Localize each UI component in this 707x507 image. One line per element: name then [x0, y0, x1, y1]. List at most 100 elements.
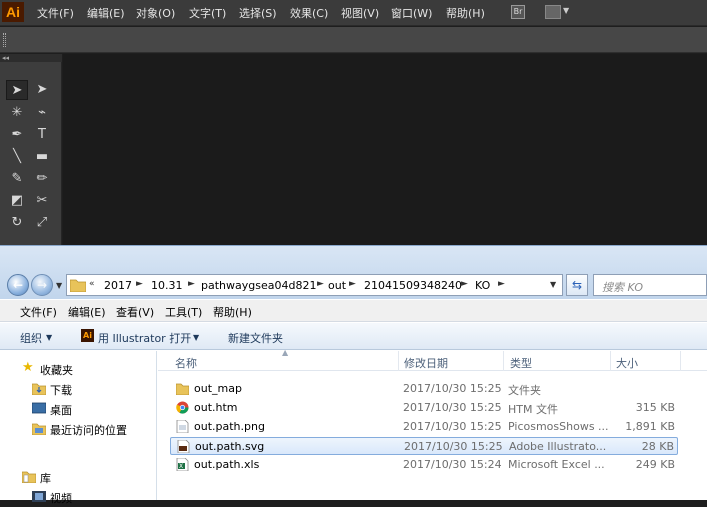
nav-downloads-label: 下载	[50, 384, 72, 397]
illustrator-app-icon: Ai	[81, 329, 94, 342]
column-header-type[interactable]: 类型	[510, 355, 532, 371]
file-row-out-path-xls[interactable]: X out.path.xls 2017/10/30 15:24 Microsof…	[170, 456, 678, 474]
breadcrumb-separator-icon[interactable]: ►	[349, 279, 356, 289]
menu-select[interactable]: 选择(S)	[239, 5, 277, 21]
back-button[interactable]: ←	[7, 274, 29, 296]
column-divider[interactable]	[398, 351, 399, 371]
file-row-out-htm[interactable]: out.htm 2017/10/30 15:25 HTM 文件 315 KB	[170, 399, 678, 417]
file-type: Adobe Illustrato...	[509, 440, 607, 453]
new-folder-button[interactable]: 新建文件夹	[228, 330, 283, 346]
search-input[interactable]: 搜索 KO	[593, 274, 707, 296]
pencil-tool-icon[interactable]: ✏	[31, 169, 53, 189]
illustrator-logo: Ai	[2, 2, 24, 22]
file-row-out-map[interactable]: out_map 2017/10/30 15:25 文件夹	[170, 380, 678, 398]
chevron-down-icon[interactable]: ▼	[46, 333, 52, 342]
breadcrumb-pathwaygsea[interactable]: pathwaygsea04d821	[201, 279, 316, 292]
nav-videos-label: 视频	[50, 492, 72, 505]
dock-collapse-icon[interactable]: ◂◂	[0, 54, 62, 62]
column-divider[interactable]	[503, 351, 504, 371]
bridge-button[interactable]: Br	[511, 5, 525, 19]
panel-grip-icon[interactable]	[3, 33, 6, 47]
eraser-tool-icon[interactable]: ◩	[6, 191, 28, 211]
file-size: 315 KB	[635, 401, 675, 414]
breadcrumb-2017[interactable]: 2017	[104, 279, 132, 292]
workspace-icon[interactable]	[545, 5, 561, 19]
menu-type[interactable]: 文字(T)	[189, 5, 226, 21]
file-name: out.path.svg	[195, 440, 265, 453]
menu-view[interactable]: 视图(V)	[341, 5, 379, 21]
artboard-canvas[interactable]	[63, 54, 707, 254]
explorer-menu-edit[interactable]: 编辑(E)	[68, 304, 106, 320]
forward-button[interactable]: →	[31, 274, 53, 296]
menu-help[interactable]: 帮助(H)	[446, 5, 485, 21]
nav-favorites[interactable]: ★ 收藏夹	[0, 359, 157, 379]
chevron-down-icon[interactable]: ▼	[193, 333, 199, 342]
explorer-window: ← → ▼ « 2017 ► 10.31 ► pathwaygsea04d821…	[0, 245, 707, 505]
breadcrumb-separator-icon[interactable]: ►	[188, 279, 195, 289]
open-with-illustrator-button[interactable]: 用 Illustrator 打开	[98, 330, 191, 346]
scale-tool-icon[interactable]: ⤢	[31, 213, 53, 233]
column-header-date[interactable]: 修改日期	[404, 355, 448, 371]
explorer-menubar: 文件(F) 编辑(E) 查看(V) 工具(T) 帮助(H)	[0, 300, 707, 322]
file-type: PicosmosShows ...	[508, 420, 609, 433]
lasso-tool-icon[interactable]: ⌁	[31, 103, 53, 123]
paintbrush-tool-icon[interactable]: ✎	[6, 169, 28, 189]
illustrator-menubar: Ai 文件(F) 编辑(E) 对象(O) 文字(T) 选择(S) 效果(C) 视…	[0, 0, 707, 26]
folder-icon	[176, 383, 189, 395]
nav-libraries[interactable]: 库	[0, 467, 157, 487]
magic-wand-tool-icon[interactable]: ✳	[6, 103, 28, 123]
address-bar[interactable]: « 2017 ► 10.31 ► pathwaygsea04d821 ► out…	[66, 274, 563, 296]
file-name: out.htm	[194, 401, 238, 414]
nav-desktop[interactable]: 桌面	[0, 399, 157, 419]
file-name: out.path.xls	[194, 458, 260, 471]
menu-window[interactable]: 窗口(W)	[391, 5, 432, 21]
explorer-menu-file[interactable]: 文件(F)	[20, 304, 57, 320]
menu-edit[interactable]: 编辑(E)	[87, 5, 125, 21]
address-dropdown-icon[interactable]: ▼	[550, 280, 556, 289]
file-row-out-path-svg[interactable]: out.path.svg 2017/10/30 15:25 Adobe Illu…	[170, 437, 678, 455]
explorer-menu-help[interactable]: 帮助(H)	[213, 304, 252, 320]
line-tool-icon[interactable]: ╲	[6, 147, 28, 167]
nav-videos[interactable]: 视频	[0, 487, 157, 507]
pen-tool-icon[interactable]: ✒	[6, 125, 28, 145]
command-bar: 组织 ▼ Ai 用 Illustrator 打开 ▼ 新建文件夹	[0, 323, 707, 350]
column-header-size[interactable]: 大小	[616, 355, 638, 371]
history-dropdown-icon[interactable]: ▼	[56, 281, 62, 290]
file-date: 2017/10/30 15:25	[404, 440, 503, 453]
nav-downloads[interactable]: 下载	[0, 379, 157, 399]
nav-recent[interactable]: 最近访问的位置	[0, 419, 157, 439]
chevron-down-icon[interactable]: ▼	[563, 6, 569, 15]
menu-file[interactable]: 文件(F)	[37, 5, 74, 21]
menu-object[interactable]: 对象(O)	[136, 5, 175, 21]
direct-selection-tool-icon[interactable]: ➤	[31, 80, 53, 100]
column-divider[interactable]	[610, 351, 611, 371]
rectangle-tool-icon[interactable]: ▬	[31, 147, 53, 167]
breadcrumb-overflow[interactable]: «	[89, 279, 95, 289]
breadcrumb-out[interactable]: out	[328, 279, 346, 292]
type-tool-icon[interactable]: T	[31, 125, 53, 145]
scissors-tool-icon[interactable]: ✂	[31, 191, 53, 211]
breadcrumb-separator-icon[interactable]: ►	[461, 279, 468, 289]
image-file-icon	[176, 420, 189, 433]
column-header-name[interactable]: 名称	[175, 355, 197, 371]
rotate-tool-icon[interactable]: ↻	[6, 213, 28, 233]
selection-tool-icon[interactable]: ➤	[6, 80, 28, 100]
breadcrumb-21041509348240[interactable]: 21041509348240	[364, 279, 462, 292]
excel-file-icon: X	[176, 458, 189, 471]
explorer-menu-tools[interactable]: 工具(T)	[165, 304, 202, 320]
file-size: 249 KB	[635, 458, 675, 471]
file-date: 2017/10/30 15:25	[403, 401, 502, 414]
organize-button[interactable]: 组织	[20, 330, 42, 346]
file-row-out-path-png[interactable]: out.path.png 2017/10/30 15:25 PicosmosSh…	[170, 418, 678, 436]
column-divider[interactable]	[680, 351, 681, 371]
breadcrumb-10-31[interactable]: 10.31	[151, 279, 183, 292]
breadcrumb-ko[interactable]: KO	[475, 279, 490, 292]
refresh-button[interactable]: ⇆	[566, 274, 588, 296]
explorer-menu-view[interactable]: 查看(V)	[116, 304, 154, 320]
breadcrumb-separator-icon[interactable]: ►	[317, 279, 324, 289]
file-date: 2017/10/30 15:25	[403, 382, 502, 395]
breadcrumb-separator-icon[interactable]: ►	[498, 279, 505, 289]
breadcrumb-separator-icon[interactable]: ►	[136, 279, 143, 289]
file-date: 2017/10/30 15:24	[403, 458, 502, 471]
menu-effect[interactable]: 效果(C)	[290, 5, 328, 21]
